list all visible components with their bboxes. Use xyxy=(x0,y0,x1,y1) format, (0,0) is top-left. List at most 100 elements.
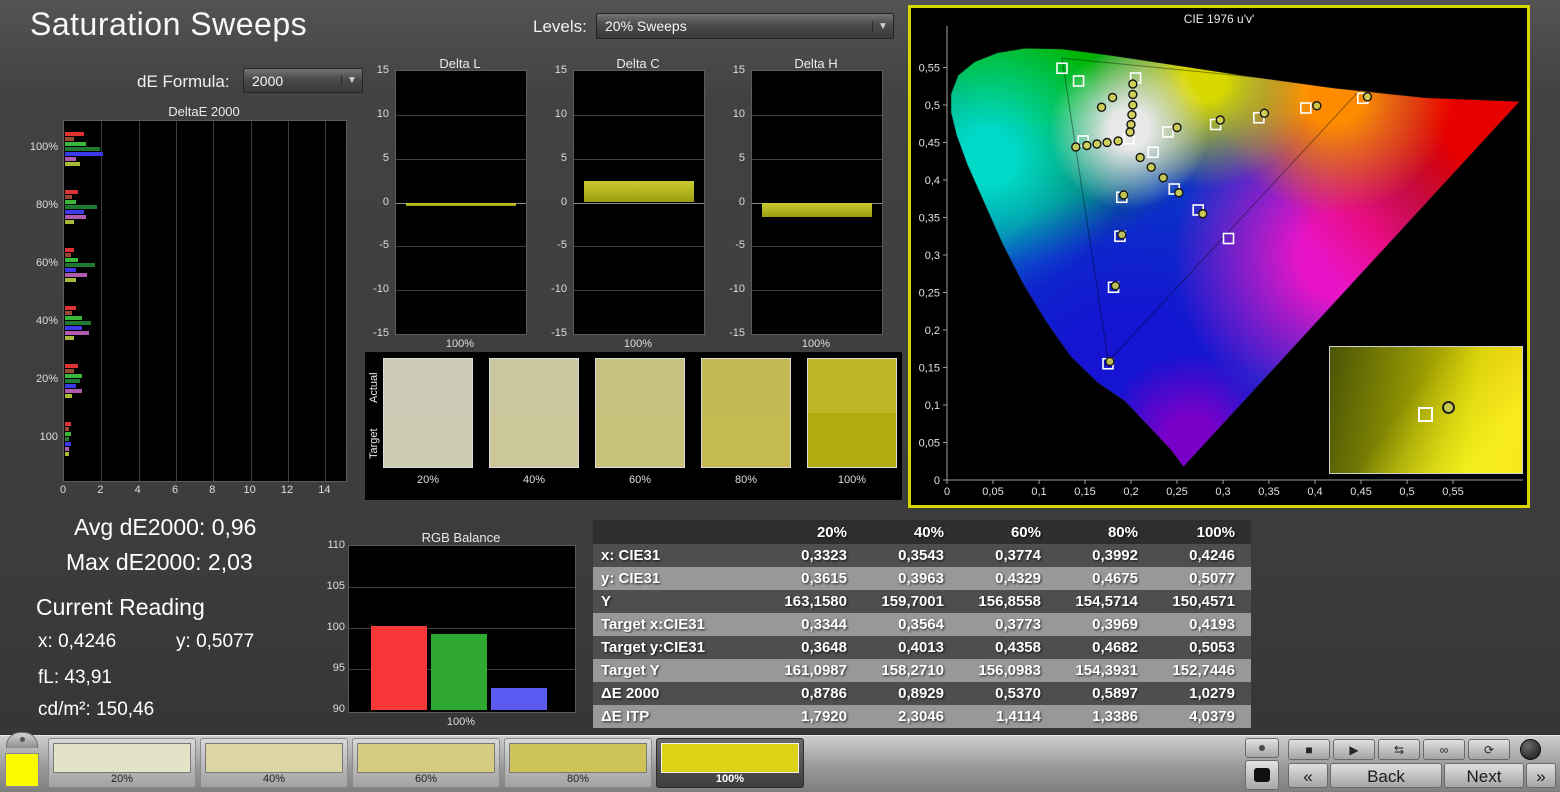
x-tick-label: 4 xyxy=(128,484,148,497)
patch-window-button[interactable] xyxy=(1245,760,1279,790)
results-table: 20%40%60%80%100%x: CIE310,33230,35430,37… xyxy=(593,520,1251,728)
value-cell: 163,1580 xyxy=(766,593,863,610)
y-tick-label: -10 xyxy=(711,283,745,296)
deltae-chart: DeltaE 2000 02468101214100%80%60%40%20%1… xyxy=(18,104,350,502)
y-tick-label: 0,2 xyxy=(925,325,940,337)
value-cell: 152,7446 xyxy=(1154,662,1251,679)
color-swatch xyxy=(595,358,685,468)
patch-color xyxy=(509,743,647,773)
cie-inset-zoom xyxy=(1329,346,1523,474)
y-tick-label: -15 xyxy=(711,327,745,340)
measurement-marker xyxy=(1199,210,1207,218)
y-tick-label: -10 xyxy=(533,283,567,296)
patch-button-20%[interactable]: 20% xyxy=(48,738,196,788)
next-chevron-button[interactable]: » xyxy=(1526,763,1556,788)
deltae-plot xyxy=(63,120,347,482)
row-label-cell: Target Y xyxy=(593,662,766,679)
deltae-bar xyxy=(65,263,95,267)
y-tick-label: -5 xyxy=(533,239,567,252)
deltae-bar xyxy=(65,442,71,446)
tray-handle[interactable] xyxy=(6,732,38,748)
cd-value: 150,46 xyxy=(96,699,154,720)
delta-c-title: Delta C xyxy=(573,56,703,71)
deltae-bar xyxy=(65,379,80,383)
y-tick-label: 0,45 xyxy=(919,138,940,150)
deltae-bar xyxy=(65,273,87,277)
gridline xyxy=(213,121,214,481)
header-cell: 20% xyxy=(766,524,863,541)
deltae-bar xyxy=(65,316,82,320)
deltae-bar xyxy=(65,432,71,436)
control-transport-button[interactable]: ⇆ xyxy=(1378,739,1420,760)
x-label: x: xyxy=(38,631,53,652)
gridline xyxy=(396,290,526,291)
status-knob[interactable] xyxy=(1520,739,1541,760)
patch-color xyxy=(661,743,799,773)
target-color xyxy=(702,413,790,467)
value-cell: 2,3046 xyxy=(863,708,960,725)
y-tick-label: 0,5 xyxy=(925,100,940,112)
row-label-cell: Target y:CIE31 xyxy=(593,639,766,656)
value-cell: 0,3615 xyxy=(766,570,863,587)
patch-button-80%[interactable]: 80% xyxy=(504,738,652,788)
value-cell: 0,5897 xyxy=(1057,685,1154,702)
header-cell: 40% xyxy=(863,524,960,541)
header-cell: 100% xyxy=(1154,524,1251,541)
deltae-bar xyxy=(65,427,69,431)
rgb-chart-title: RGB Balance xyxy=(348,530,574,545)
deltae-row-label: 60% xyxy=(18,257,58,270)
window-mode-button[interactable] xyxy=(1245,738,1279,758)
value-cell: 0,4246 xyxy=(1154,547,1251,564)
measurement-marker xyxy=(1106,358,1114,366)
value-cell: 0,5053 xyxy=(1154,639,1251,656)
delta-h-chart: Delta H 100% 151050-5-10-15 xyxy=(711,56,891,348)
patch-button-40%[interactable]: 40% xyxy=(200,738,348,788)
measurement-marker xyxy=(1260,109,1268,117)
y-tick-label: 0 xyxy=(711,196,745,209)
next-button[interactable]: Next xyxy=(1444,763,1524,788)
delta-h-x-label: 100% xyxy=(751,338,881,351)
swatch-panel: ActualTarget20%40%60%80%100% xyxy=(365,352,902,500)
swatch-label: 80% xyxy=(701,474,791,487)
x-value: 0,4246 xyxy=(58,631,116,652)
measurement-marker xyxy=(1175,189,1183,197)
patch-color xyxy=(357,743,495,773)
actual-color xyxy=(490,359,578,413)
y-tick-label: 0,55 xyxy=(919,63,940,75)
table-row: Target Y161,0987158,2710156,0983154,3931… xyxy=(593,659,1251,682)
control-play-button[interactable]: ▶ xyxy=(1333,739,1375,760)
target-color xyxy=(384,413,472,467)
value-cell: 0,8786 xyxy=(766,685,863,702)
control-loop-button[interactable]: ⟳ xyxy=(1468,739,1510,760)
value-cell: 0,8929 xyxy=(863,685,960,702)
y-tick-label: 15 xyxy=(355,64,389,77)
actual-color xyxy=(808,359,896,413)
control-continuous-button[interactable]: ∞ xyxy=(1423,739,1465,760)
y-tick-label: 0,35 xyxy=(919,213,940,225)
fl-value: 43,91 xyxy=(64,667,112,688)
measurement-marker xyxy=(1173,124,1181,132)
levels-dropdown[interactable]: 20% Sweeps ▼ xyxy=(596,13,894,39)
delta-h-title: Delta H xyxy=(751,56,881,71)
max-value: 2,03 xyxy=(208,549,253,575)
deltae-bar xyxy=(65,437,69,441)
back-button[interactable]: Back xyxy=(1330,763,1442,788)
value-cell: 0,3344 xyxy=(766,616,863,633)
deltae-bar xyxy=(65,331,89,335)
prev-chevron-button[interactable]: « xyxy=(1288,763,1328,788)
patch-button-100%[interactable]: 100% xyxy=(656,738,804,788)
patch-button-60%[interactable]: 60% xyxy=(352,738,500,788)
de-formula-dropdown[interactable]: 2000 ▼ xyxy=(243,68,363,93)
value-cell: 158,2710 xyxy=(863,662,960,679)
deltae-row-label: 100 xyxy=(18,431,58,444)
patch-label: 60% xyxy=(353,773,499,785)
x-tick-label: 0,55 xyxy=(1442,486,1463,498)
control-stop-button[interactable]: ■ xyxy=(1288,739,1330,760)
x-tick-label: 0,5 xyxy=(1399,486,1414,498)
current-y: y: 0,5077 xyxy=(176,631,254,653)
y-tick-label: 10 xyxy=(533,108,567,121)
inset-measurement-marker xyxy=(1442,401,1455,414)
deltae-bar xyxy=(65,220,74,224)
table-row: Target x:CIE310,33440,35640,37730,39690,… xyxy=(593,613,1251,636)
avg-label: Avg dE2000: xyxy=(74,514,205,540)
